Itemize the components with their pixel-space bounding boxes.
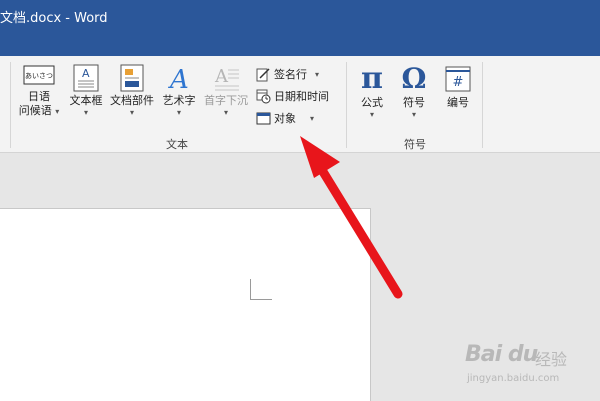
pi-icon: π — [361, 61, 383, 96]
group-divider — [10, 62, 11, 148]
margin-corner-mark — [250, 279, 251, 299]
svg-text:A: A — [168, 65, 189, 92]
svg-text:#: # — [453, 75, 464, 90]
object-icon — [256, 112, 271, 124]
equation-label: 公式 — [361, 96, 383, 109]
signature-line-button[interactable]: 签名行 ▾ — [256, 64, 319, 84]
object-caret: ▾ — [310, 113, 315, 123]
wordart-icon: A — [168, 65, 189, 92]
group-divider — [482, 62, 483, 148]
equation-caret: ▾ — [369, 110, 374, 119]
textbox-label: 文本框 — [69, 94, 103, 107]
calendar-clock-icon — [256, 89, 271, 103]
ribbon-insert: あいさつ 日语 问候语 ▾ A 文本框 ▾ 文档部件 ▾ A 艺术字 ▾ A 首… — [0, 56, 600, 153]
dropcap-button[interactable]: A 首字下沉 ▾ — [200, 64, 252, 118]
quickparts-button[interactable]: 文档部件 ▾ — [107, 64, 157, 118]
signature-icon — [256, 67, 270, 81]
number-label: 编号 — [447, 96, 469, 109]
symbol-label: 符号 — [403, 96, 425, 109]
symbol-button[interactable]: Ω 符号 ▾ — [396, 64, 432, 120]
date-time-button[interactable]: 日期和时间 — [256, 86, 329, 106]
quickparts-caret: ▾ — [129, 108, 134, 117]
object-button[interactable]: 对象 ▾ — [256, 108, 314, 128]
textbox-button[interactable]: A 文本框 ▾ — [64, 64, 108, 118]
wordart-button[interactable]: A 艺术字 ▾ — [158, 64, 200, 118]
svg-text:あいさつ: あいさつ — [25, 72, 53, 80]
omega-icon: Ω — [401, 62, 427, 95]
document-page[interactable] — [0, 208, 371, 401]
equation-button[interactable]: π 公式 ▾ — [354, 64, 390, 120]
watermark-cn: 经验 — [535, 350, 568, 369]
object-label: 对象 — [274, 112, 296, 125]
dropcap-label: 首字下沉 — [204, 94, 248, 107]
baidu-watermark: Bai du 经验 jingyan.baidu.com — [455, 340, 595, 395]
greeting-icon: あいさつ — [23, 65, 55, 85]
group-label-text: 文本 — [166, 138, 188, 151]
wordart-label: 艺术字 — [162, 94, 196, 107]
signature-caret: ▾ — [315, 69, 320, 79]
wordart-caret: ▾ — [176, 108, 181, 117]
signature-label: 签名行 — [274, 68, 307, 81]
greeting-label-1: 日语 — [28, 90, 50, 103]
date-time-label: 日期和时间 — [274, 90, 329, 103]
dropcap-caret: ▾ — [223, 108, 228, 117]
textbox-caret: ▾ — [83, 108, 88, 117]
dropcap-icon: A — [214, 66, 239, 91]
greeting-caret: ▾ — [55, 107, 60, 116]
number-icon: # — [445, 66, 471, 92]
watermark-url: jingyan.baidu.com — [467, 373, 560, 384]
svg-text:A: A — [214, 66, 229, 87]
number-button[interactable]: # 编号 — [440, 64, 476, 110]
window-title: 文档.docx - Word — [0, 11, 108, 26]
watermark-brand: Bai du — [465, 342, 538, 367]
svg-text:A: A — [82, 67, 90, 80]
symbol-caret: ▾ — [411, 110, 416, 119]
group-label-symbols: 符号 — [404, 138, 426, 151]
quickparts-icon — [120, 64, 144, 92]
title-bar: 文档.docx - Word — [0, 0, 600, 56]
margin-corner-mark — [250, 299, 272, 300]
greeting-label-2: 问候语 — [18, 104, 52, 117]
quickparts-label: 文档部件 — [110, 94, 154, 107]
textbox-icon: A — [73, 64, 99, 92]
group-divider — [346, 62, 347, 148]
greeting-button[interactable]: あいさつ 日语 问候语 ▾ — [14, 64, 64, 119]
